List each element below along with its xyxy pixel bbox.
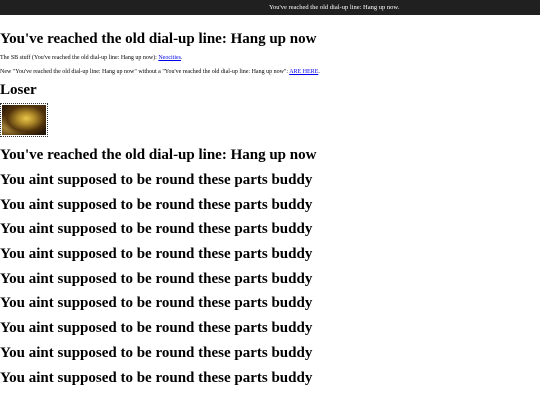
new-version-text: New "You've reached the old dial-up line… xyxy=(0,69,290,75)
buddy-line: You aint supposed to be round these part… xyxy=(0,320,313,337)
buddy-line: You aint supposed to be round these part… xyxy=(0,270,313,287)
neocities-link[interactable]: Neocities xyxy=(158,55,181,61)
loser-image xyxy=(0,103,48,137)
are-here-link[interactable]: ARE HERE xyxy=(289,69,318,75)
buddy-line: You aint supposed to be round these part… xyxy=(0,295,313,312)
buddy-list: You aint supposed to be round these part… xyxy=(0,171,540,387)
sb-stuff-line: The SB stuff (You've reached the old dia… xyxy=(0,54,540,62)
loser-image-content xyxy=(2,105,46,135)
buddy-line: You aint supposed to be round these part… xyxy=(0,344,313,361)
new-version-line: New "You've reached the old dial-up line… xyxy=(0,68,540,76)
sb-stuff-suffix: . xyxy=(181,55,183,61)
buddy-line: You aint supposed to be round these part… xyxy=(0,369,313,386)
page-title: You've reached the old dial-up line: Han… xyxy=(0,31,317,47)
page-content: You've reached the old dial-up line: Han… xyxy=(0,30,540,387)
buddy-line: You aint supposed to be round these part… xyxy=(0,172,313,188)
buddy-line: You aint supposed to be round these part… xyxy=(0,246,313,263)
tab-title: You've reached the old dial-up line: Han… xyxy=(269,4,400,11)
buddy-line: You aint supposed to be round these part… xyxy=(0,221,313,238)
new-version-suffix: . xyxy=(318,69,320,75)
buddy-line: You aint supposed to be round these part… xyxy=(0,196,313,213)
top-bar: You've reached the old dial-up line: Han… xyxy=(0,0,540,15)
sb-stuff-text: The SB stuff (You've reached the old dia… xyxy=(0,55,159,61)
repeat-title: You've reached the old dial-up line: Han… xyxy=(0,147,317,163)
loser-heading: Loser xyxy=(0,82,37,98)
